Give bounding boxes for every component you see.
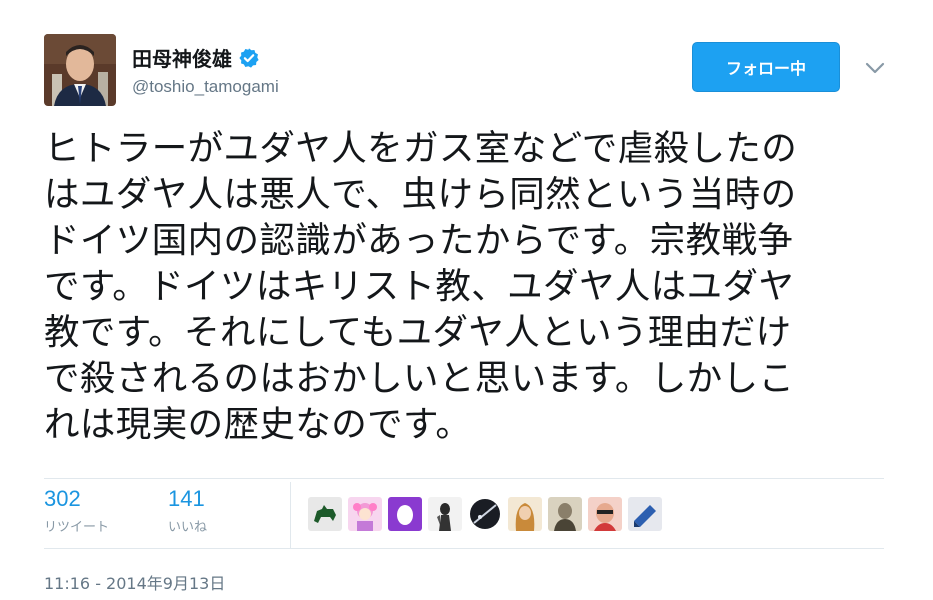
chevron-down-icon[interactable] [864,60,886,74]
liker-avatar[interactable] [508,497,542,531]
avatar-image [44,34,116,106]
liker-avatar[interactable] [628,497,662,531]
display-name[interactable]: 田母神俊雄 [132,43,232,72]
tweet-text-line: 教です。それにしてもユダヤ人という理由だけ [44,312,792,353]
tweet-text-line: ドイツ国内の認識があったからです。宗教戦争 [44,220,794,261]
liker-avatar[interactable] [468,497,502,531]
user-handle[interactable]: @toshio_tamogami [132,77,279,97]
retweet-count[interactable]: 302 [44,486,109,512]
liker-avatar[interactable] [308,497,342,531]
tweet-text-line: はユダヤ人は悪人で、虫けら同然という当時の [44,174,797,215]
like-label: いいね [168,520,208,535]
tweet-text-line: です。ドイツはキリスト教、ユダヤ人はユダヤ [44,266,795,307]
tweet-text-line: ヒトラーがユダヤ人をガス室などで虐殺したの [44,128,798,169]
liker-avatar[interactable] [388,497,422,531]
tweet-text: ヒトラーがユダヤ人をガス室などで虐殺したの はユダヤ人は悪人で、虫けら同然という… [44,126,894,448]
tweet-timestamp[interactable]: 11:16 - 2014年9月13日 [44,570,225,594]
liker-avatar[interactable] [588,497,622,531]
like-count[interactable]: 141 [168,486,207,512]
retweet-label: リツイート [44,520,110,535]
tweet-text-line: で殺されるのはおかしいと思います。しかしこ [44,358,795,399]
verified-badge-icon [238,47,260,69]
liker-avatar[interactable] [428,497,462,531]
liker-avatar[interactable] [348,497,382,531]
stats-bottom-divider [44,548,884,549]
following-button[interactable]: フォロー中 [692,42,840,92]
display-name-row[interactable]: 田母神俊雄 [132,43,260,72]
avatar[interactable] [44,34,116,106]
retweet-stat[interactable]: 302 リツイート [44,486,109,535]
stats-top-divider [44,478,884,479]
liker-avatars [308,497,662,531]
liker-avatar[interactable] [548,497,582,531]
stats-separator [290,482,291,548]
tweet-text-line: れは現実の歴史なのです。 [44,404,472,445]
like-stat[interactable]: 141 いいね [168,486,207,535]
